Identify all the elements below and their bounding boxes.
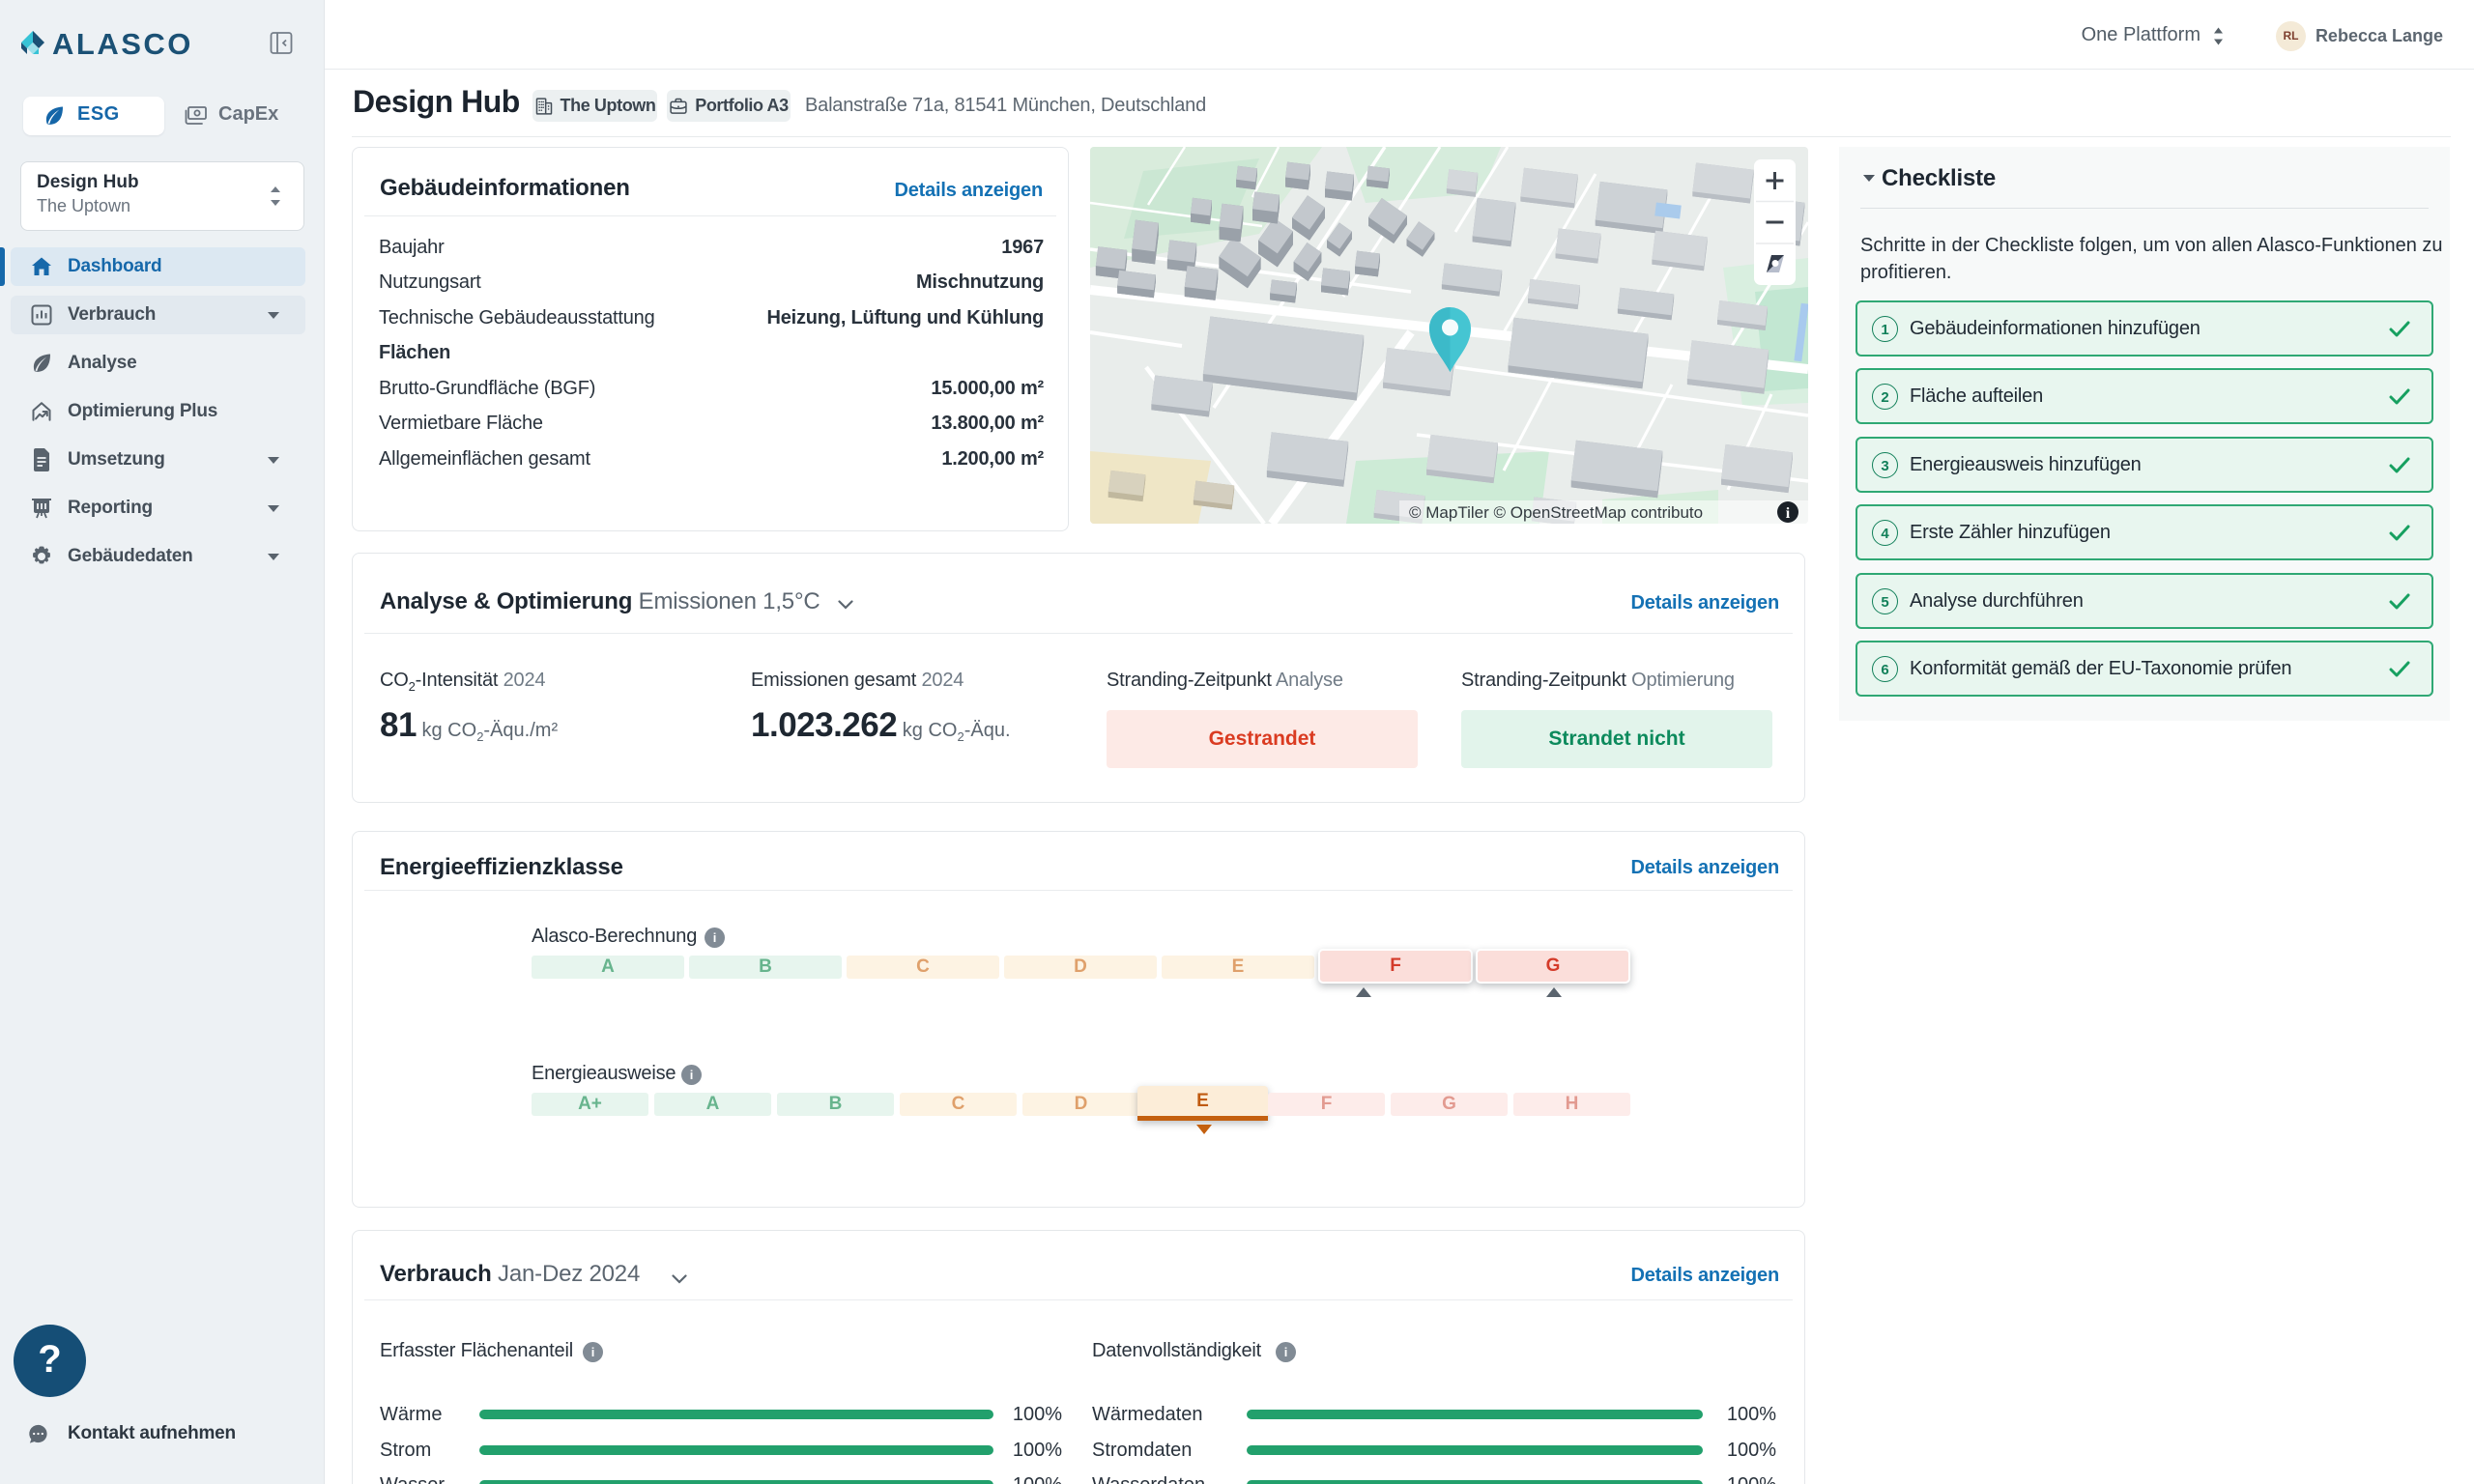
svg-text:i: i [1786,505,1791,522]
svg-text:© MapTiler © OpenStreetMap con: © MapTiler © OpenStreetMap contributo [1409,503,1703,522]
